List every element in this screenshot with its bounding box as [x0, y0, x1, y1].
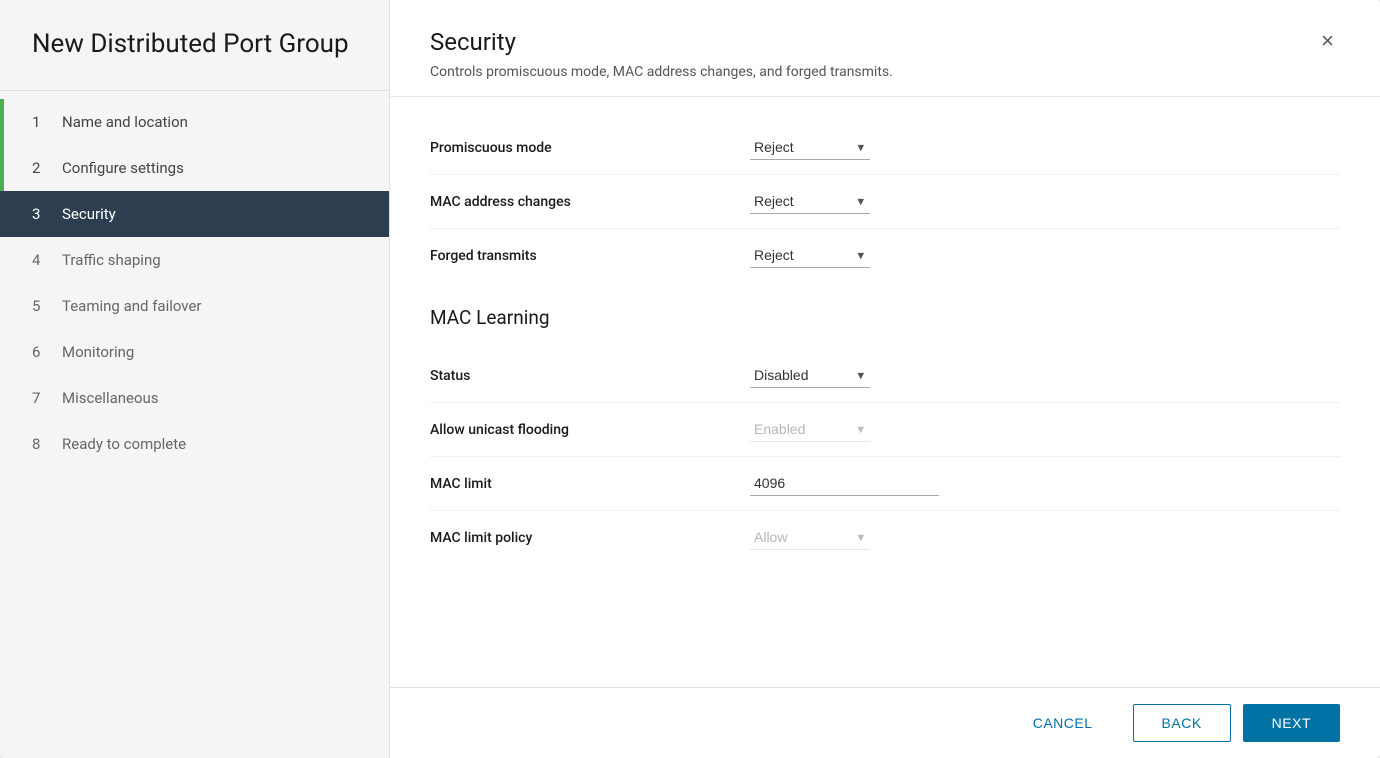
label-mac_address_changes: MAC address changes	[430, 194, 750, 210]
main-subtitle: Controls promiscuous mode, MAC address c…	[430, 64, 893, 80]
next-button[interactable]: NEXT	[1243, 704, 1340, 742]
sidebar-item-6: 6 Monitoring	[0, 329, 389, 375]
select-wrapper-allow_unicast_flooding: EnabledDisabled	[750, 417, 870, 442]
main-footer: CANCEL BACK NEXT	[390, 687, 1380, 758]
cancel-button[interactable]: CANCEL	[1005, 705, 1121, 741]
main-body: Promiscuous modeRejectAcceptMAC address …	[390, 97, 1380, 687]
select-wrapper-forged_transmits: RejectAccept	[750, 243, 870, 268]
dialog: New Distributed Port Group 1 Name and loc…	[0, 0, 1380, 758]
select-mac_address_changes[interactable]: RejectAccept	[750, 189, 870, 214]
select-forged_transmits[interactable]: RejectAccept	[750, 243, 870, 268]
select-wrapper-status: DisabledEnabled	[750, 363, 870, 388]
dialog-title: New Distributed Port Group	[0, 0, 389, 91]
field-row-mac_limit: MAC limit	[430, 457, 1340, 511]
select-allow_unicast_flooding: EnabledDisabled	[750, 417, 870, 442]
main-header: Security Controls promiscuous mode, MAC …	[390, 0, 1380, 97]
select-mac_limit_policy: AllowDrop	[750, 525, 870, 550]
mac-learning-title: MAC Learning	[430, 306, 1340, 329]
sidebar-item-1[interactable]: 1 Name and location	[0, 99, 389, 145]
sidebar-item-2[interactable]: 2 Configure settings	[0, 145, 389, 191]
field-row-mac_address_changes: MAC address changesRejectAccept	[430, 175, 1340, 229]
step-num-2: 2	[32, 159, 50, 177]
label-status: Status	[430, 368, 750, 384]
security-fields: Promiscuous modeRejectAcceptMAC address …	[430, 121, 1340, 282]
select-wrapper-mac_address_changes: RejectAccept	[750, 189, 870, 214]
mac-learning-section: MAC Learning StatusDisabledEnabledAllow …	[430, 306, 1340, 564]
step-label-2: Configure settings	[62, 159, 184, 177]
mac-learning-fields: StatusDisabledEnabledAllow unicast flood…	[430, 349, 1340, 564]
step-num-1: 1	[32, 113, 50, 131]
select-wrapper-mac_limit_policy: AllowDrop	[750, 525, 870, 550]
step-num-6: 6	[32, 343, 50, 361]
select-wrapper-promiscuous_mode: RejectAccept	[750, 135, 870, 160]
label-mac_limit_policy: MAC limit policy	[430, 530, 750, 546]
step-label-5: Teaming and failover	[62, 297, 202, 315]
input-mac_limit[interactable]	[750, 471, 939, 496]
step-num-3: 3	[32, 205, 50, 223]
field-row-mac_limit_policy: MAC limit policyAllowDrop	[430, 511, 1340, 564]
main-panel: Security Controls promiscuous mode, MAC …	[390, 0, 1380, 758]
label-promiscuous_mode: Promiscuous mode	[430, 140, 750, 156]
sidebar-item-7: 7 Miscellaneous	[0, 375, 389, 421]
label-mac_limit: MAC limit	[430, 476, 750, 492]
step-label-8: Ready to complete	[62, 435, 186, 453]
main-title: Security	[430, 28, 893, 56]
step-num-8: 8	[32, 435, 50, 453]
sidebar: New Distributed Port Group 1 Name and loc…	[0, 0, 390, 758]
field-row-promiscuous_mode: Promiscuous modeRejectAccept	[430, 121, 1340, 175]
step-label-7: Miscellaneous	[62, 389, 159, 407]
sidebar-item-8: 8 Ready to complete	[0, 421, 389, 467]
field-row-status: StatusDisabledEnabled	[430, 349, 1340, 403]
step-label-4: Traffic shaping	[62, 251, 161, 269]
sidebar-item-4: 4 Traffic shaping	[0, 237, 389, 283]
field-row-allow_unicast_flooding: Allow unicast floodingEnabledDisabled	[430, 403, 1340, 457]
step-label-6: Monitoring	[62, 343, 134, 361]
label-allow_unicast_flooding: Allow unicast flooding	[430, 422, 750, 438]
back-button[interactable]: BACK	[1133, 704, 1231, 742]
step-label-1: Name and location	[62, 113, 188, 131]
step-num-4: 4	[32, 251, 50, 269]
close-button[interactable]: ×	[1315, 28, 1340, 54]
step-num-7: 7	[32, 389, 50, 407]
field-row-forged_transmits: Forged transmitsRejectAccept	[430, 229, 1340, 282]
step-label-3: Security	[62, 205, 116, 223]
select-status[interactable]: DisabledEnabled	[750, 363, 870, 388]
sidebar-item-5: 5 Teaming and failover	[0, 283, 389, 329]
sidebar-nav: 1 Name and location 2 Configure settings 3 Se…	[0, 91, 389, 758]
sidebar-item-3[interactable]: 3 Security	[0, 191, 389, 237]
step-num-5: 5	[32, 297, 50, 315]
select-promiscuous_mode[interactable]: RejectAccept	[750, 135, 870, 160]
label-forged_transmits: Forged transmits	[430, 248, 750, 264]
